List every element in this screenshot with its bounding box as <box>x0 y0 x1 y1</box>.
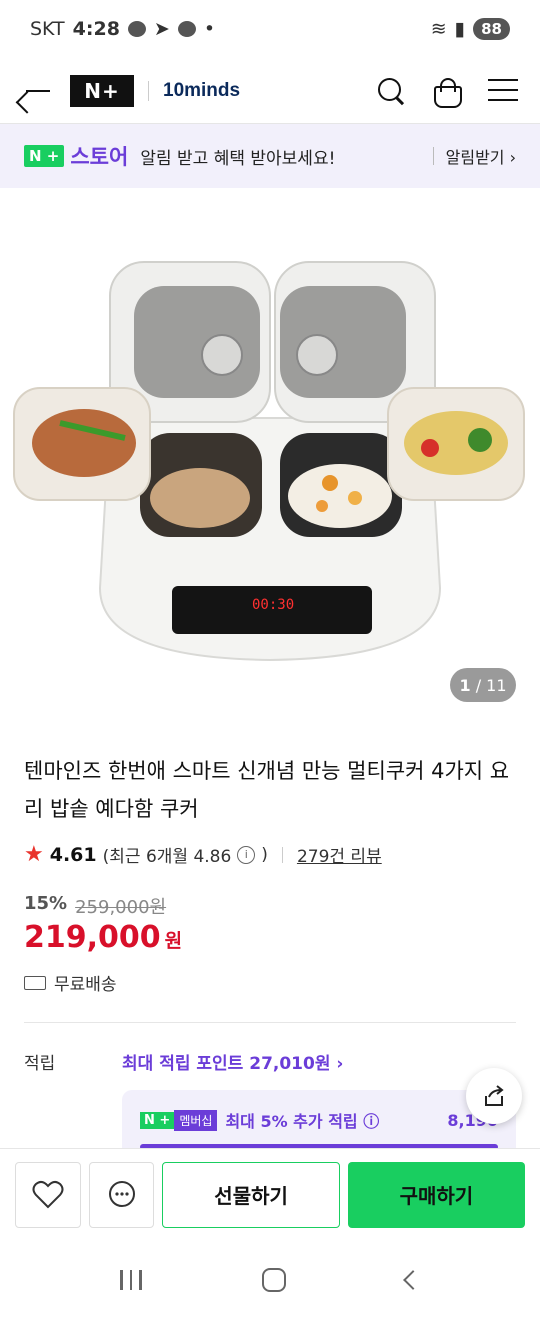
brand-divider <box>148 80 149 101</box>
pager-total: / 11 <box>475 675 507 695</box>
telegram-notification-icon: ➤ <box>153 18 170 40</box>
search-icon[interactable] <box>376 76 406 106</box>
notification-banner: N + 스토어 알림 받고 혜택 받아보세요! 알림받기 › <box>0 124 540 188</box>
share-icon <box>485 1085 504 1106</box>
recent-apps-icon[interactable] <box>120 1270 142 1290</box>
membership-points-box[interactable]: N + 멤버십 최대 5% 추가 적립 ⓘ 8,190 <box>122 1090 516 1150</box>
membership-badge: N + 멤버십 <box>140 1109 218 1131</box>
status-bar: SKT 4:28 ➤ • ≋ ▮ 88 <box>0 0 540 58</box>
top-nav: N+ 10minds <box>0 58 540 124</box>
rating-score: 4.61 <box>49 843 97 866</box>
system-nav-bar <box>0 1240 540 1320</box>
svg-text:00:30: 00:30 <box>252 597 294 613</box>
banner-message: 알림 받고 혜택 받아보세요! <box>140 148 336 169</box>
product-image: 00:30 <box>13 261 525 662</box>
max-points-link[interactable]: 최대 적립 포인트 27,010원 › <box>122 1049 343 1074</box>
talk-notification-icon <box>177 21 196 37</box>
product-image-gallery[interactable]: 00:30 1 / 11 <box>0 188 540 718</box>
nplus-badge: N + <box>24 145 65 167</box>
signal-icon: ▮ <box>454 18 466 40</box>
more-notifications-icon: • <box>203 18 216 40</box>
image-pager: 1 / 11 <box>450 668 516 702</box>
recent-rating-close: ) <box>261 844 268 865</box>
price-value: 219,000 <box>24 920 161 955</box>
truck-icon <box>24 975 46 990</box>
original-price: 259,000원 <box>75 897 167 918</box>
shipping-label: 무료배송 <box>54 975 117 995</box>
discount-percent: 15% <box>24 893 68 914</box>
points-row: 적립 최대 적립 포인트 27,010원 › <box>24 1049 516 1074</box>
wishlist-button[interactable] <box>15 1161 81 1228</box>
shopping-bag-icon[interactable] <box>432 76 462 108</box>
reviews-link[interactable]: 279건 리뷰 <box>297 842 382 867</box>
store-brand-logo[interactable]: 10minds <box>163 80 240 102</box>
gift-button[interactable]: 선물하기 <box>162 1161 340 1228</box>
info-icon[interactable]: i <box>237 845 256 864</box>
talk-button[interactable] <box>88 1161 155 1228</box>
clock: 4:28 <box>72 18 120 40</box>
pager-current: 1 <box>459 675 471 695</box>
rating-divider <box>281 846 283 863</box>
discount-row: 15% 259,000원 <box>24 893 166 919</box>
store-label: 스토어 <box>70 145 129 169</box>
sale-price: 219,000 원 <box>24 920 182 955</box>
membership-text: 최대 5% 추가 적립 ⓘ <box>225 1112 380 1131</box>
buy-button[interactable]: 구매하기 <box>347 1161 525 1228</box>
banner-divider <box>432 147 434 165</box>
purchase-action-bar: 선물하기 구매하기 <box>0 1148 540 1240</box>
nplus-store-badge: N + 스토어 <box>24 141 128 171</box>
nplus-badge: N + <box>140 1111 175 1129</box>
share-button[interactable] <box>466 1068 522 1124</box>
chat-notification-icon <box>127 21 146 37</box>
star-icon: ★ <box>24 842 44 867</box>
back-arrow-icon[interactable] <box>22 76 52 106</box>
heart-icon <box>32 1180 64 1208</box>
wifi-icon: ≋ <box>430 18 447 40</box>
nplus-logo[interactable]: N+ <box>70 74 134 107</box>
recent-rating: (최근 6개월 4.86 <box>102 847 232 867</box>
rating-row: ★ 4.61 (최근 6개월 4.86 i ) 279건 리뷰 <box>24 842 382 867</box>
product-title: 텐마인즈 한번애 스마트 신개념 만능 멀티쿠커 4가지 요리 밥솥 예다함 쿠… <box>24 759 510 821</box>
price-unit: 원 <box>164 930 183 952</box>
carrier-label: SKT <box>30 18 65 40</box>
section-divider <box>24 1022 516 1023</box>
hamburger-menu-icon[interactable] <box>488 78 518 103</box>
points-label: 적립 <box>24 1054 56 1074</box>
battery-indicator: 88 <box>473 18 510 40</box>
subscribe-alert-button[interactable]: 알림받기 › <box>446 144 516 168</box>
chat-bubble-icon <box>108 1180 135 1207</box>
membership-label: 멤버십 <box>174 1109 218 1131</box>
shipping-info: 무료배송 <box>24 970 117 995</box>
home-icon[interactable] <box>261 1268 286 1292</box>
back-icon[interactable] <box>402 1270 423 1290</box>
